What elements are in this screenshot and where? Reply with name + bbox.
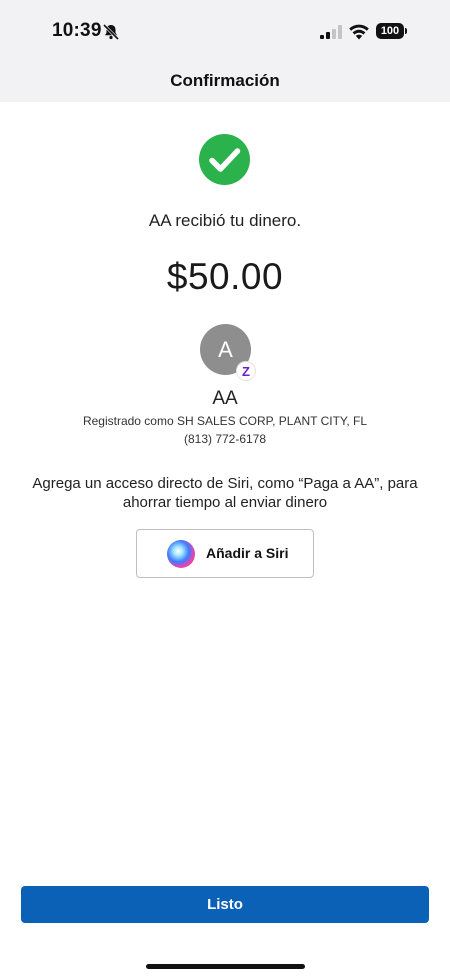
recipient-name: AA	[212, 388, 238, 409]
check-circle-icon	[199, 134, 250, 185]
nav-bar: Confirmación	[0, 64, 450, 102]
done-button[interactable]: Listo	[21, 886, 429, 923]
battery-icon: 100	[376, 23, 407, 39]
siri-icon	[167, 540, 195, 568]
wifi-icon	[349, 24, 369, 40]
status-bar: 10:39 100	[0, 0, 450, 64]
registered-as: Registrado como SH SALES CORP, PLANT CIT…	[82, 414, 368, 428]
add-to-siri-label: Añadir a Siri	[206, 545, 289, 561]
status-time: 10:39	[52, 20, 102, 41]
cellular-signal-icon	[320, 25, 342, 39]
zelle-badge-letter: Z	[242, 363, 250, 379]
add-to-siri-button[interactable]: Añadir a Siri	[136, 529, 314, 578]
siri-prompt: Agrega un acceso directo de Siri, como “…	[32, 475, 418, 511]
page-title: Confirmación	[170, 71, 280, 90]
confirmation-message: AA recibió tu dinero.	[148, 211, 302, 230]
recipient-phone: (813) 772-6178	[183, 432, 267, 446]
zelle-badge-icon: Z	[237, 362, 255, 380]
home-indicator	[146, 964, 305, 969]
battery-level: 100	[380, 25, 400, 37]
bell-slash-icon	[102, 23, 120, 41]
avatar-initial: A	[218, 336, 233, 362]
amount: $50.00	[166, 256, 284, 297]
